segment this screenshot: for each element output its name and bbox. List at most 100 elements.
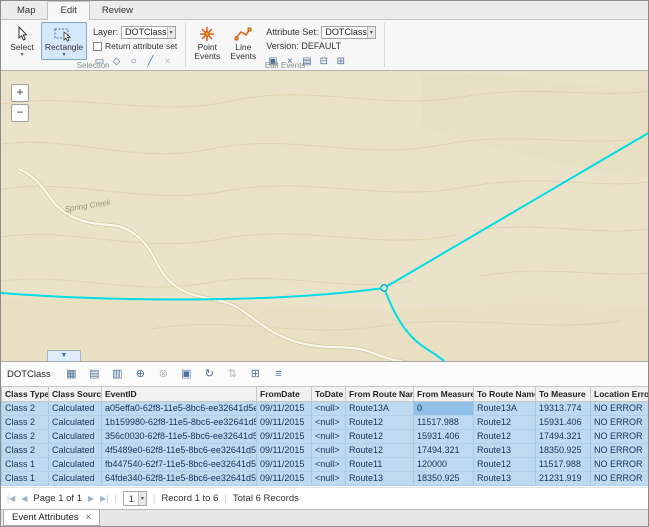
table-cell[interactable]: 09/11/2015 [257, 430, 312, 444]
column-header-from-measure[interactable]: From Measure [414, 387, 474, 402]
table-row[interactable]: Class 1Calculatedfb447540-62f7-11e5-8bc6… [2, 458, 649, 472]
table-cell[interactable]: NO ERROR [591, 472, 649, 486]
table-cell[interactable]: Route13A [474, 402, 536, 416]
collapse-panel-button[interactable]: ▼ [47, 350, 81, 361]
table-cell[interactable]: Route13 [474, 472, 536, 486]
table-cell[interactable]: Calculated [49, 472, 102, 486]
table-cell[interactable]: 19313.774 [536, 402, 591, 416]
tab-event-attributes[interactable]: Event Attributes × [3, 510, 100, 526]
table-cell[interactable]: 11517.988 [536, 458, 591, 472]
table-row[interactable]: Class 2Calculated1b159980-62f8-11e5-8bc6… [2, 416, 649, 430]
zoom-to-selected-icon[interactable]: ⊕ [134, 368, 147, 381]
line-events-button[interactable]: Line Events [226, 22, 260, 62]
table-cell[interactable]: 21231.919 [536, 472, 591, 486]
table-cell[interactable]: 120000 [414, 458, 474, 472]
table-cell[interactable]: Route12 [346, 444, 414, 458]
form-view-icon[interactable]: ▤ [88, 368, 101, 381]
select-button[interactable]: Select ▾ [5, 22, 39, 60]
tab-edit[interactable]: Edit [47, 1, 89, 20]
sort-icon[interactable]: ⇅ [226, 368, 239, 381]
table-cell[interactable]: 09/11/2015 [257, 458, 312, 472]
table-cell[interactable]: Route12 [474, 416, 536, 430]
column-header-eventid[interactable]: EventID [102, 387, 257, 402]
table-cell[interactable]: Class 1 [2, 458, 49, 472]
table-cell[interactable]: 18350.925 [536, 444, 591, 458]
map-viewport[interactable]: Spring Creek + − ▼ [1, 71, 649, 361]
page-select-dropdown[interactable]: 1 ▾ [123, 491, 147, 506]
tab-map[interactable]: Map [5, 3, 47, 19]
table-cell[interactable]: <null> [312, 472, 346, 486]
table-cell[interactable]: 11517.988 [414, 416, 474, 430]
table-row[interactable]: Class 2Calculated4f5489e0-62f8-11e5-8bc6… [2, 444, 649, 458]
column-header-to-measure[interactable]: To Measure [536, 387, 591, 402]
table-cell[interactable]: 09/11/2015 [257, 402, 312, 416]
column-header-to-route-name[interactable]: To Route Name [474, 387, 536, 402]
field-settings-icon[interactable]: ≡ [272, 368, 285, 381]
table-cell[interactable]: 18350.925 [414, 472, 474, 486]
table-cell[interactable]: Calculated [49, 430, 102, 444]
table-cell[interactable]: Calculated [49, 402, 102, 416]
attribute-set-dropdown[interactable]: DOTClass ▾ [321, 26, 376, 39]
table-cell[interactable]: Route13 [346, 472, 414, 486]
table-cell[interactable]: 17494.321 [414, 444, 474, 458]
table-cell[interactable]: fb447540-62f7-11e5-8bc6-ee32641d5ec9 [102, 458, 257, 472]
clear-selection-icon[interactable]: ⊗ [157, 368, 170, 381]
table-cell[interactable]: NO ERROR [591, 416, 649, 430]
table-cell[interactable]: Route13A [346, 402, 414, 416]
related-records-icon[interactable]: ▥ [111, 368, 124, 381]
table-cell[interactable]: 09/11/2015 [257, 472, 312, 486]
table-cell[interactable]: <null> [312, 402, 346, 416]
tab-review[interactable]: Review [90, 3, 145, 19]
column-header-class-source[interactable]: Class Source [49, 387, 102, 402]
table-cell[interactable]: Route12 [346, 430, 414, 444]
zoom-in-button[interactable]: + [11, 84, 29, 102]
table-cell[interactable]: <null> [312, 430, 346, 444]
column-header-location-error[interactable]: Location Error [591, 387, 649, 402]
layer-dropdown[interactable]: DOTClass ▾ [121, 26, 176, 39]
table-cell[interactable]: 09/11/2015 [257, 444, 312, 458]
save-icon[interactable]: ▣ [180, 368, 193, 381]
table-cell[interactable]: 4f5489e0-62f8-11e5-8bc6-ee32641d5ec9 [102, 444, 257, 458]
table-row[interactable]: Class 1Calculated64fde340-62f8-11e5-8bc6… [2, 472, 649, 486]
table-cell[interactable]: <null> [312, 458, 346, 472]
return-attribute-set-checkbox[interactable] [93, 42, 102, 51]
column-header-todate[interactable]: ToDate [312, 387, 346, 402]
prev-page-button[interactable]: ◀ [21, 494, 27, 503]
column-header-fromdate[interactable]: FromDate [257, 387, 312, 402]
first-page-button[interactable]: |◀ [7, 494, 15, 503]
table-cell[interactable]: Class 1 [2, 472, 49, 486]
refresh-icon[interactable]: ↻ [203, 368, 216, 381]
table-row[interactable]: Class 2Calculateda05effa0-62f8-11e5-8bc6… [2, 402, 649, 416]
table-cell[interactable]: Route12 [346, 416, 414, 430]
options-menu-icon[interactable]: ▦ [65, 368, 78, 381]
table-cell[interactable]: Route11 [346, 458, 414, 472]
table-cell[interactable]: Route13 [474, 444, 536, 458]
table-row[interactable]: Class 2Calculated356c0030-62f8-11e5-8bc6… [2, 430, 649, 444]
add-record-icon[interactable]: ⊞ [249, 368, 262, 381]
last-page-button[interactable]: ▶| [100, 494, 108, 503]
table-cell[interactable]: Class 2 [2, 402, 49, 416]
close-tab-icon[interactable]: × [86, 513, 92, 523]
zoom-out-button[interactable]: − [11, 104, 29, 122]
table-cell[interactable]: 0 [414, 402, 474, 416]
column-header-from-route-name[interactable]: From Route Name [346, 387, 414, 402]
table-cell[interactable]: Calculated [49, 444, 102, 458]
table-cell[interactable]: Calculated [49, 458, 102, 472]
table-cell[interactable]: <null> [312, 416, 346, 430]
rectangle-button[interactable]: Rectangle ▾ [41, 22, 87, 60]
table-cell[interactable]: NO ERROR [591, 402, 649, 416]
table-cell[interactable]: 17494.321 [536, 430, 591, 444]
table-cell[interactable]: NO ERROR [591, 458, 649, 472]
table-cell[interactable]: Class 2 [2, 444, 49, 458]
table-cell[interactable]: Class 2 [2, 430, 49, 444]
column-header-class-type[interactable]: Class Type [2, 387, 49, 402]
table-cell[interactable]: 15931.406 [536, 416, 591, 430]
table-cell[interactable]: NO ERROR [591, 444, 649, 458]
next-page-button[interactable]: ▶ [88, 494, 94, 503]
table-cell[interactable]: a05effa0-62f8-11e5-8bc6-ee32641d5ec9 [102, 402, 257, 416]
table-cell[interactable]: 356c0030-62f8-11e5-8bc6-ee32641d5ec9 [102, 430, 257, 444]
table-cell[interactable]: Calculated [49, 416, 102, 430]
table-cell[interactable]: 15931.406 [414, 430, 474, 444]
table-cell[interactable]: <null> [312, 444, 346, 458]
table-cell[interactable]: 09/11/2015 [257, 416, 312, 430]
